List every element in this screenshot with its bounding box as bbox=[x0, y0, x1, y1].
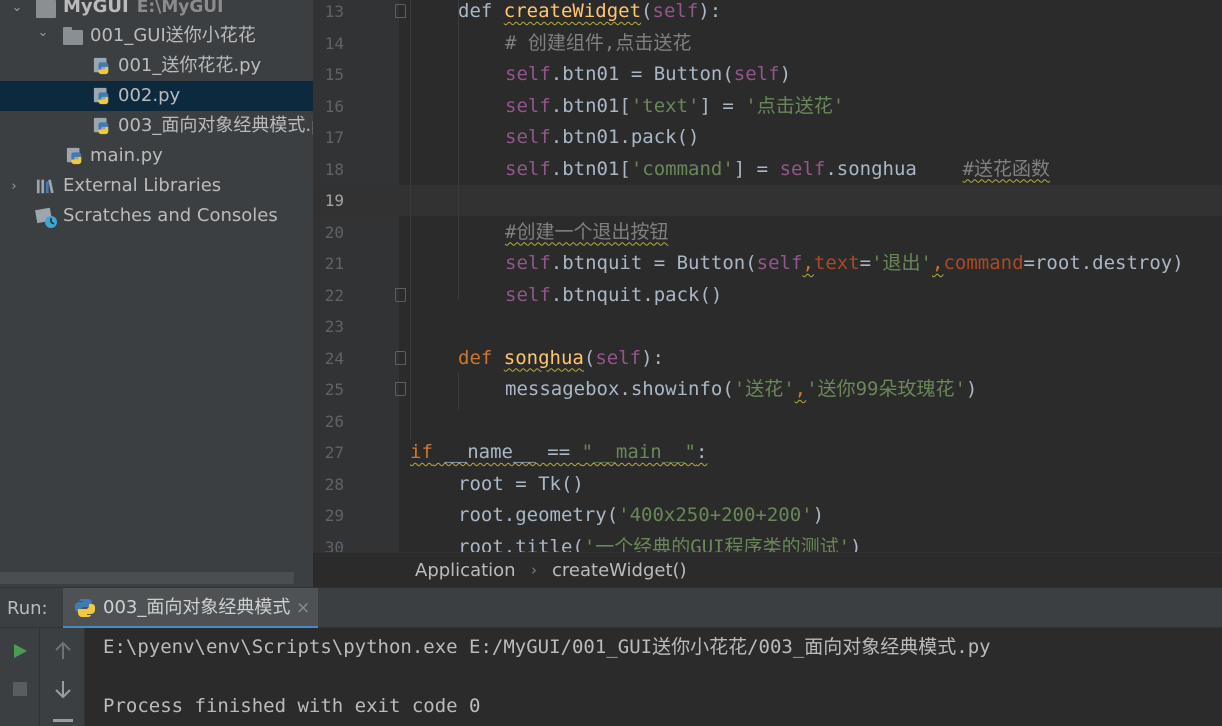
code-line: 27 if __name__ == "__main__": bbox=[313, 437, 1222, 469]
tree-item-file[interactable]: 001_送你花花.py bbox=[0, 51, 313, 81]
code-line: 14 # 创建组件,点击送花 bbox=[313, 28, 1222, 60]
line-number: 24 bbox=[324, 348, 344, 368]
line-number: 29 bbox=[324, 506, 344, 525]
play-icon[interactable] bbox=[9, 640, 31, 662]
line-number: 23 bbox=[324, 317, 344, 336]
arrow-down-icon[interactable] bbox=[52, 678, 74, 700]
python-file-icon bbox=[93, 117, 109, 135]
console-toolbar bbox=[40, 628, 85, 726]
tree-item-label: 001_GUI送你小花花 bbox=[90, 25, 256, 46]
line-number: 27 bbox=[324, 443, 344, 462]
line-number: 25 bbox=[324, 380, 344, 399]
line-number: 17 bbox=[324, 128, 344, 147]
project-tool-window: ⌄ MyGUI E:\MyGUI ⌄ 001_GUI送你小花花 001_送你花花.… bbox=[0, 0, 313, 587]
code-line: 29 root.geometry('400x250+200+200') bbox=[313, 500, 1222, 532]
line-number: 26 bbox=[324, 411, 344, 431]
chevron-down-icon[interactable]: ⌄ bbox=[36, 17, 50, 47]
breadcrumb: Application › createWidget() bbox=[313, 552, 1222, 587]
chevron-down-icon[interactable]: ⌄ bbox=[10, 0, 24, 22]
horizontal-scrollbar[interactable] bbox=[0, 572, 294, 584]
tree-item-label: main.py bbox=[90, 145, 163, 166]
line-number: 21 bbox=[324, 254, 344, 273]
line-number: 20 bbox=[324, 222, 344, 242]
code-line: 26 bbox=[313, 406, 1222, 438]
libraries-icon bbox=[36, 179, 54, 194]
fold-marker-icon[interactable] bbox=[395, 350, 406, 365]
soft-wrap-icon[interactable] bbox=[53, 719, 73, 722]
breadcrumb-separator-icon: › bbox=[531, 561, 537, 579]
folder-icon bbox=[36, 0, 56, 18]
line-number: 13 bbox=[324, 2, 344, 21]
code-line: 16 self.btn01['text'] = '点击送花' bbox=[313, 91, 1222, 123]
line-number: 18 bbox=[324, 159, 344, 179]
tree-item-file[interactable]: main.py bbox=[0, 141, 313, 171]
tree-item-label: 001_送你花花.py bbox=[118, 55, 262, 76]
console-line: E:\pyenv\env\Scripts\python.exe E:/MyGUI… bbox=[103, 636, 991, 658]
run-label: Run: bbox=[7, 598, 48, 619]
code-line: 15 self.btn01 = Button(self) bbox=[313, 59, 1222, 91]
code-line: 30 root.title('一个经典的GUI程序类的测试') bbox=[313, 532, 1222, 553]
folder-icon bbox=[63, 27, 83, 45]
code-editor[interactable]: 13 def createWidget(self): 14 # 创建组件,点击送… bbox=[313, 0, 1222, 552]
fold-end-icon[interactable] bbox=[395, 287, 406, 302]
project-path: E:\MyGUI bbox=[136, 0, 224, 17]
stop-icon[interactable] bbox=[9, 678, 31, 700]
python-file-icon bbox=[93, 57, 109, 75]
code-line: 17 self.btn01.pack() bbox=[313, 122, 1222, 154]
fold-end-icon[interactable] bbox=[395, 382, 406, 396]
line-number: 22 bbox=[324, 285, 344, 305]
run-tab-label: 003_面向对象经典模式 bbox=[103, 597, 291, 618]
breadcrumb-item[interactable]: createWidget() bbox=[552, 553, 687, 588]
line-number: 30 bbox=[324, 537, 344, 553]
run-toolbar bbox=[0, 628, 40, 726]
tree-item-scratches[interactable]: Scratches and Consoles bbox=[0, 201, 313, 231]
run-tab[interactable]: 003_面向对象经典模式 × bbox=[63, 588, 318, 629]
python-file-icon bbox=[66, 147, 82, 165]
tree-item-label: Scratches and Consoles bbox=[63, 205, 278, 226]
code-line: 28 root = Tk() bbox=[313, 469, 1222, 501]
line-number: 16 bbox=[324, 96, 344, 116]
chevron-right-icon[interactable]: › bbox=[7, 171, 21, 201]
tree-item-file[interactable]: 003_面向对象经典模式.py bbox=[0, 111, 313, 141]
close-icon[interactable]: × bbox=[296, 588, 310, 628]
line-number: 15 bbox=[324, 65, 344, 84]
code-line: 13 def createWidget(self): bbox=[313, 0, 1222, 28]
line-number: 28 bbox=[324, 474, 344, 494]
code-line-current: 19 bbox=[313, 185, 1222, 217]
line-number: 14 bbox=[324, 33, 344, 53]
tree-item-label: External Libraries bbox=[63, 175, 222, 196]
breadcrumb-item[interactable]: Application bbox=[415, 553, 516, 588]
code-line: 21 self.btnquit = Button(self,text='退出',… bbox=[313, 248, 1222, 280]
run-tool-header: Run: 003_面向对象经典模式 × bbox=[0, 587, 1222, 629]
console-line: Process finished with exit code 0 bbox=[103, 695, 481, 717]
line-number: 19 bbox=[324, 191, 344, 210]
code-line: 22 self.btnquit.pack() bbox=[313, 280, 1222, 312]
code-line: 25 messagebox.showinfo('送花','送你99朵玫瑰花') bbox=[313, 374, 1222, 406]
python-icon bbox=[75, 598, 95, 618]
tree-item-folder[interactable]: ⌄ 001_GUI送你小花花 bbox=[0, 21, 313, 51]
console-output[interactable]: E:\pyenv\env\Scripts\python.exe E:/MyGUI… bbox=[85, 628, 1222, 726]
fold-marker-icon[interactable] bbox=[395, 4, 406, 18]
tree-item-file-selected[interactable]: 002.py bbox=[0, 81, 313, 111]
tree-item-external-libraries[interactable]: › External Libraries bbox=[0, 171, 313, 201]
code-line: 18 self.btn01['command'] = self.songhua … bbox=[313, 154, 1222, 186]
arrow-up-icon[interactable] bbox=[52, 640, 74, 662]
tree-item-label: MyGUI bbox=[63, 0, 129, 17]
python-file-icon bbox=[93, 87, 109, 105]
code-line: 20 #创建一个退出按钮 bbox=[313, 217, 1222, 249]
code-line: 23 bbox=[313, 311, 1222, 343]
tree-item-label: 002.py bbox=[118, 85, 181, 106]
code-line: 24 def songhua(self): bbox=[313, 343, 1222, 375]
scratches-icon bbox=[35, 207, 57, 228]
tree-item-label: 003_面向对象经典模式.py bbox=[118, 115, 313, 136]
